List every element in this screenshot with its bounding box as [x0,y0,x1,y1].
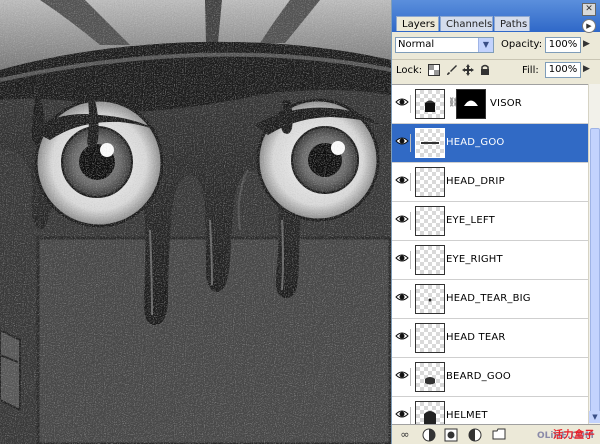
layer-name: HEAD_TEAR_BIG [446,293,531,304]
layers-list: ⛓ VISOR HEAD_GOO HEAD_DRIP EYE_LEFT EYE_… [392,84,600,425]
layer-thumbnail[interactable] [415,89,445,119]
layer-row-head-goo[interactable]: HEAD_GOO [392,124,588,163]
layer-name: HEAD TEAR [446,332,506,343]
brush-icon[interactable] [446,64,458,76]
eye-icon[interactable] [395,370,409,384]
add-mask-icon[interactable] [444,428,458,442]
layer-mask-thumbnail[interactable] [456,89,486,119]
eye-icon[interactable] [395,292,409,306]
layer-thumbnail[interactable] [415,284,445,314]
layer-name: VISOR [490,98,522,109]
padlock-icon[interactable] [479,64,491,76]
layers-panel: Layers Channels Paths ✕ ▶ Normal ▼ Opaci… [391,0,600,444]
layers-bottom-bar: ∞ OLiHE.COM 活力盒子 [392,424,600,444]
fill-slider-arrow-icon[interactable]: ▶ [583,63,593,76]
close-icon[interactable]: ✕ [582,3,596,16]
artwork [0,0,391,444]
layer-name: HEAD_DRIP [446,176,505,187]
eye-icon[interactable] [395,409,409,423]
fill-field[interactable]: 100% [545,62,581,78]
opacity-field[interactable]: 100% [545,37,581,53]
lock-row: Lock: Fill: 100% ▶ [392,59,600,83]
blend-mode-select[interactable]: Normal ▼ [395,37,494,53]
eye-icon[interactable] [395,97,409,111]
watermark-logo: 活力盒子 [553,430,595,441]
layer-thumbnail[interactable] [415,401,445,425]
layer-name: BEARD_GOO [446,371,511,382]
layer-row-eye-left[interactable]: EYE_LEFT [392,202,588,241]
tab-channels[interactable]: Channels [440,16,493,31]
layer-style-icon[interactable] [422,428,436,442]
blend-mode-value: Normal [398,39,435,50]
eye-icon[interactable] [395,331,409,345]
tab-layers[interactable]: Layers [396,16,439,31]
layer-thumbnail[interactable] [415,128,445,158]
eye-icon[interactable] [395,136,409,150]
eye-icon[interactable] [395,214,409,228]
layer-row-eye-right[interactable]: EYE_RIGHT [392,241,588,280]
panel-titlebar[interactable]: Layers Channels Paths ✕ ▶ [392,0,600,33]
eye-icon[interactable] [395,253,409,267]
layer-thumbnail[interactable] [415,167,445,197]
eye-icon[interactable] [395,175,409,189]
scroll-down-icon[interactable]: ▼ [589,411,600,423]
photoshop-window: Layers Channels Paths ✕ ▶ Normal ▼ Opaci… [0,0,600,444]
lock-label: Lock: [396,65,423,76]
layer-row-beard-goo[interactable]: BEARD_GOO [392,358,588,397]
layer-thumbnail[interactable] [415,362,445,392]
layer-row-head-drip[interactable]: HEAD_DRIP [392,163,588,202]
opacity-slider-arrow-icon[interactable]: ▶ [583,38,593,51]
layers-scrollbar[interactable]: ▼ [588,84,600,424]
fill-label: Fill: [522,65,539,76]
chevron-down-icon[interactable]: ▼ [478,38,493,52]
layer-row-helmet[interactable]: HELMET [392,397,588,425]
lock-transparency-icon[interactable] [428,64,440,76]
scrollbar-thumb[interactable] [590,128,600,418]
blend-row: Normal ▼ Opacity: 100% ▶ [392,32,600,59]
layer-name: EYE_RIGHT [446,254,503,265]
tab-paths[interactable]: Paths [494,16,530,31]
layer-row-visor[interactable]: ⛓ VISOR [392,85,588,124]
move-icon[interactable] [462,64,474,76]
layer-name: EYE_LEFT [446,215,495,226]
layer-thumbnail[interactable] [415,323,445,353]
layer-row-head-tear-big[interactable]: HEAD_TEAR_BIG [392,280,588,319]
opacity-label: Opacity: [501,39,543,50]
layer-name: HEAD_GOO [446,137,505,148]
layer-name: HELMET [446,410,488,421]
folder-icon[interactable] [492,428,506,442]
layer-row-head-tear[interactable]: HEAD TEAR [392,319,588,358]
adjustment-layer-icon[interactable] [468,428,482,442]
document-canvas[interactable] [0,0,391,444]
layer-thumbnail[interactable] [415,245,445,275]
link-layers-icon[interactable]: ∞ [398,428,412,442]
layer-thumbnail[interactable] [415,206,445,236]
panel-menu-icon[interactable]: ▶ [582,19,596,33]
